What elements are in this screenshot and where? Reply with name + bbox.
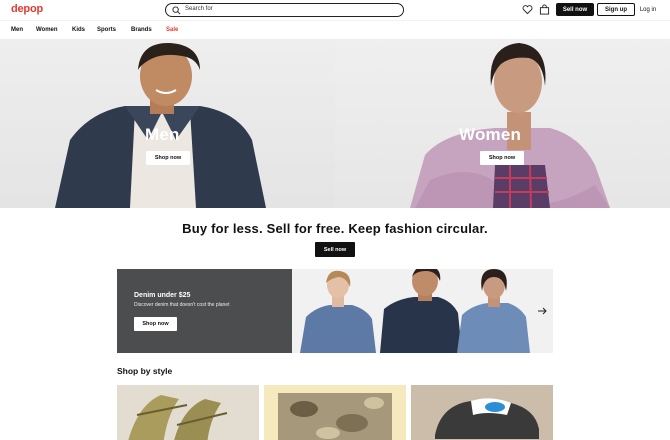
search-icon [172,6,181,15]
camo-pants-photo [264,385,406,440]
hero-men-title: Men [145,125,180,144]
hero-women-shop-button[interactable]: Shop now [480,151,524,165]
bag-icon[interactable] [539,4,550,15]
promo-title: Denim under $25 [134,292,191,299]
depop-logo[interactable]: depop [11,3,43,15]
nav-item-women[interactable]: Women [36,27,58,33]
nav-item-sports[interactable]: Sports [97,27,116,33]
nav-item-men[interactable]: Men [11,27,23,33]
promo-image-panel[interactable] [292,269,553,353]
promo-text-panel: Denim under $25 Discover denim that does… [117,269,292,353]
search-bar[interactable]: Search for [165,3,404,17]
chevron-right-icon[interactable] [536,305,548,317]
search-placeholder: Search for [185,6,213,12]
nav-item-kids[interactable]: Kids [72,27,85,33]
hero-men-panel[interactable]: Men Shop now [0,40,335,208]
sell-now-button[interactable]: Sell now [556,3,594,16]
hero-men-shop-button[interactable]: Shop now [146,151,190,165]
denim-models-photo [300,269,530,353]
tagline-sell-now-button[interactable]: Sell now [315,242,355,257]
hero-women-panel[interactable]: Women Shop now [335,40,670,208]
nav-item-sale[interactable]: Sale [166,27,178,33]
style-card-shoes[interactable] [411,385,553,440]
log-in-button[interactable]: Log in [636,3,660,16]
site-header: depop Search for Sell now Sign up Log in [0,0,670,20]
sign-up-button[interactable]: Sign up [597,3,635,16]
shop-by-style-heading: Shop by style [117,366,173,376]
tagline-heading: Buy for less. Sell for free. Keep fashio… [182,221,488,236]
style-card-sandals[interactable] [117,385,259,440]
promo-banner: Denim under $25 Discover denim that does… [117,269,553,353]
promo-shop-button[interactable]: Shop now [134,317,177,331]
shoes-photo [411,385,553,440]
nav-item-brands[interactable]: Brands [131,27,152,33]
style-card-camo[interactable] [264,385,406,440]
men-model-photo [55,42,266,208]
promo-subtitle: Discover denim that doesn't cost the pla… [134,302,230,308]
women-model-photo [410,43,610,208]
sandals-photo [117,385,259,440]
hero-banner: Men Shop now Women Shop now [0,40,670,208]
hero-women-title: Women [459,125,522,144]
category-nav: Men Women Kids Sports Brands Sale [0,20,670,40]
heart-icon[interactable] [522,4,533,15]
